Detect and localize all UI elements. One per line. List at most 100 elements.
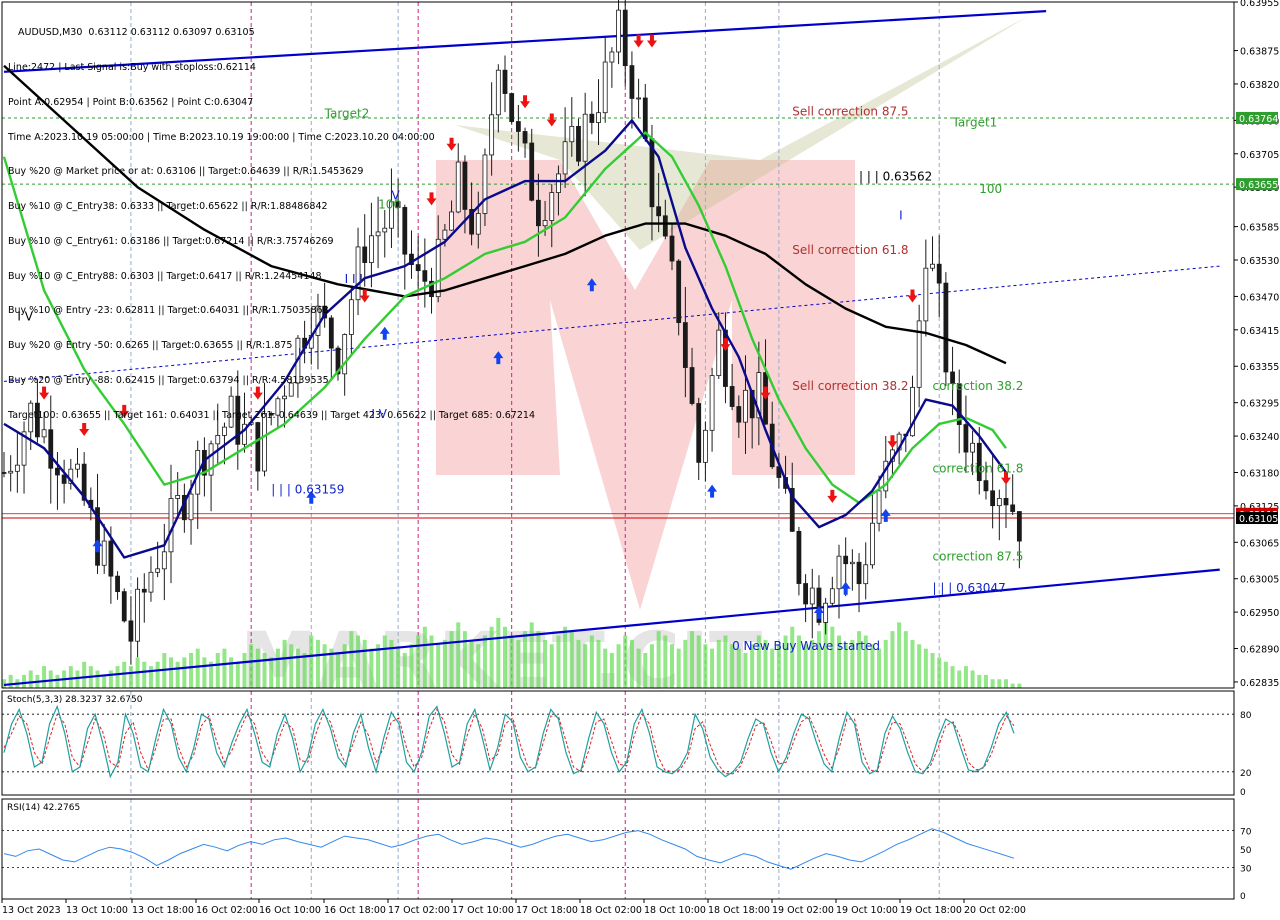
volume-bar [930, 653, 935, 688]
time-tick-label: 20 Oct 02:00 [964, 905, 1026, 916]
candle-body [836, 555, 842, 590]
volume-bar [990, 679, 995, 688]
symbol-header: AUDUSD,M30 0.63112 0.63112 0.63097 0.631… [18, 27, 255, 39]
volume-bar [402, 653, 407, 688]
volume-bar [503, 626, 507, 688]
info-line: Buy %10 @ C_Entry38: 0.6333 || Target:0.… [8, 201, 328, 213]
volume-bar [396, 648, 401, 688]
volume-bar [122, 661, 127, 688]
price-tick-label: 0.63295 [1240, 399, 1279, 410]
candle-body [602, 61, 608, 114]
chart-annotation-label: | | | 0.63562 [859, 169, 932, 183]
volume-bar [970, 670, 975, 688]
time-tick-label: 18 Oct 10:00 [644, 905, 706, 916]
candle-body [556, 173, 561, 193]
candle-body [589, 113, 595, 123]
volume-bar [195, 648, 200, 688]
volume-bar [2, 679, 6, 688]
volume-bar [75, 670, 80, 688]
volume-bar [309, 635, 314, 688]
volume-bar [449, 631, 454, 688]
price-tick-label: 0.63955 [1240, 0, 1279, 9]
candle-body [101, 540, 107, 566]
volume-bar [1004, 679, 1008, 688]
candle-body [215, 435, 221, 445]
candle-body [689, 367, 695, 404]
volume-bar [950, 666, 955, 688]
candle-body [809, 587, 815, 605]
candle-body [996, 497, 1002, 507]
volume-bar [108, 670, 113, 688]
time-tick-label: 17 Oct 10:00 [452, 905, 514, 916]
candle-body [8, 470, 14, 474]
price-tick-label: 0.63470 [1240, 292, 1279, 303]
volume-bar [917, 644, 922, 688]
volume-bar [155, 661, 160, 688]
candle-body [696, 403, 702, 463]
time-tick-label: 19 Oct 10:00 [836, 905, 898, 916]
volume-bar [175, 661, 180, 688]
info-line: Buy %10 @ Entry -23: 0.62811 || Target:0… [8, 305, 329, 317]
candle-body [576, 125, 581, 162]
volume-bar [489, 626, 494, 688]
time-tick-label: 18 Oct 18:00 [708, 905, 770, 916]
volume-bar [1010, 683, 1015, 688]
volume-bar [616, 644, 621, 688]
time-tick-label: 16 Oct 18:00 [324, 905, 386, 916]
candle-body [943, 282, 949, 373]
volume-bar [416, 635, 421, 688]
chart-annotation-label: 0 New Buy Wave started [732, 639, 880, 653]
target100-price-tag: 0.63655 [1239, 180, 1278, 191]
info-line: Buy %20 @ Entry -88: 0.62415 || Target:0… [8, 375, 329, 386]
volume-bar [670, 644, 674, 688]
volume-bar [249, 644, 254, 688]
volume-bar [576, 639, 581, 688]
volume-bar [376, 644, 381, 688]
candle-body [175, 494, 181, 499]
time-tick-label: 13 Oct 2023 [2, 905, 61, 916]
volume-bar [202, 657, 207, 688]
candle-body [682, 322, 688, 368]
volume-bar [563, 626, 568, 688]
candle-body [622, 9, 628, 67]
candle-body [963, 424, 969, 453]
volume-bar [589, 635, 594, 688]
volume-bar [690, 631, 695, 688]
volume-bar [656, 631, 661, 688]
volume-bar [903, 631, 908, 688]
volume-bar [770, 648, 775, 688]
volume-bar [549, 644, 554, 688]
volume-bar [349, 631, 354, 688]
stoch-tick-label: 80 [1240, 711, 1252, 721]
volume-bar [536, 631, 541, 688]
candle-body [582, 113, 588, 162]
info-line: Buy %20 @ Market price or at: 0.63106 ||… [8, 166, 364, 178]
candle-body [562, 141, 568, 175]
candle-body [188, 493, 194, 521]
volume-bar [282, 639, 287, 688]
chart-annotation-label: Sell correction 87.5 [792, 105, 908, 119]
time-tick-label: 13 Oct 10:00 [66, 905, 128, 916]
volume-bar [603, 648, 608, 688]
candle-body [876, 490, 882, 524]
candle-body [709, 375, 715, 431]
candle-body [168, 498, 174, 553]
time-tick-label: 19 Oct 02:00 [772, 905, 834, 916]
volume-bar [148, 666, 153, 688]
volume-bar [275, 648, 280, 688]
volume-bar [636, 648, 641, 688]
candle-body [656, 206, 662, 217]
volume-bar [683, 639, 688, 688]
volume-bar [983, 674, 988, 688]
info-line: Target100: 0.63655 || Target 161: 0.6403… [8, 409, 535, 421]
volume-bar [716, 639, 721, 688]
volume-bar [342, 644, 347, 688]
candle-body [121, 591, 127, 622]
candle-body [48, 429, 54, 469]
info-line: Point A:0.62954 | Point B:0.63562 | Poin… [8, 96, 254, 108]
volume-bar [643, 653, 648, 688]
price-tick-label: 0.63530 [1240, 256, 1279, 267]
volume-bar [229, 657, 234, 688]
candle-body [536, 199, 541, 227]
volume-bar [529, 622, 534, 688]
